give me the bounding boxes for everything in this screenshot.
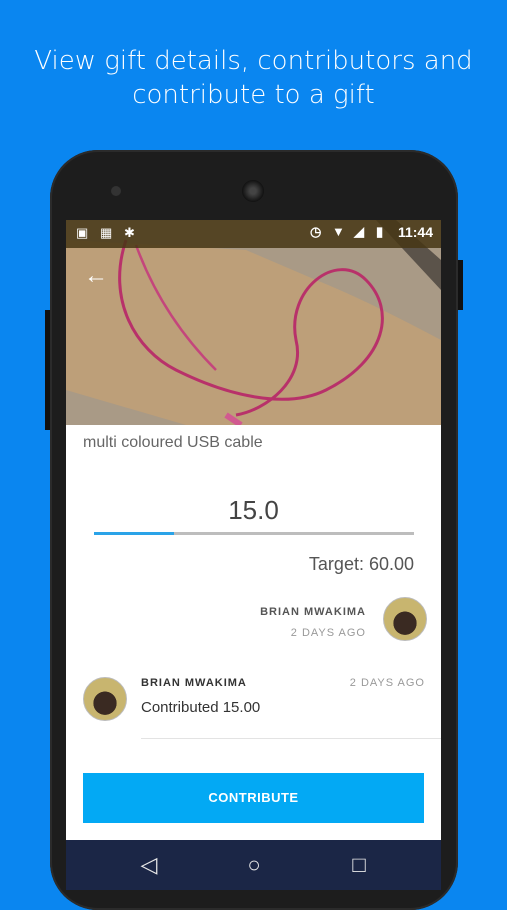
amount-progress-bar[interactable] [94,532,414,535]
battery-charging-icon: ▮ [375,224,384,239]
promo-caption: View gift details, contributors and cont… [0,44,507,112]
gift-image [66,220,441,428]
signal-icon: ◢ [353,224,364,239]
status-time: 11:44 [397,224,433,240]
target-amount: Target: 60.00 [308,554,414,574]
progress-fill [94,532,174,535]
contribution-amount-input[interactable]: 15.0 [66,495,441,526]
volume-button [45,310,50,430]
contribute-button[interactable]: CONTRIBUTE [83,773,424,823]
list-divider [141,738,441,739]
contributor-avatar [83,677,127,721]
recents-nav-icon[interactable]: □ [342,848,376,882]
image-icon: ▣ [76,225,89,240]
status-bar: ▣ ▦ ✱ ◷ ▼ ◢ ▮ 11:44 [66,220,441,248]
wifi-icon: ▼ [331,224,345,239]
app-screen: ▣ ▦ ✱ ◷ ▼ ◢ ▮ 11:44 ← multi coloured USB… [66,220,441,890]
caption-line-1: View gift details, contributors and [34,46,473,76]
owner-name: BRIAN MWAKIMA [260,606,366,618]
contributor-time: 2 DAYS AGO [349,677,425,689]
gift-title: multi coloured USB cable [83,434,263,451]
front-camera [111,186,121,196]
owner-avatar [383,597,427,641]
owner-time: 2 DAYS AGO [290,627,366,639]
back-nav-icon[interactable]: ◁ [132,848,166,882]
android-icon: ✱ [124,225,135,240]
caption-line-2: contribute to a gift [132,80,375,110]
home-nav-icon[interactable]: ○ [237,848,271,882]
power-button [458,260,463,310]
navigation-bar: ◁ ○ □ [66,840,441,890]
earpiece-speaker [242,180,264,202]
back-arrow-icon[interactable]: ← [84,262,112,290]
phone-frame: ▣ ▦ ✱ ◷ ▼ ◢ ▮ 11:44 ← multi coloured USB… [45,150,463,910]
usb-cable-photo [66,220,441,428]
contributor-text: Contributed 15.00 [141,699,261,716]
alarm-icon: ◷ [309,224,322,239]
sim-icon: ▦ [100,225,113,240]
contributor-name: BRIAN MWAKIMA [141,677,247,689]
